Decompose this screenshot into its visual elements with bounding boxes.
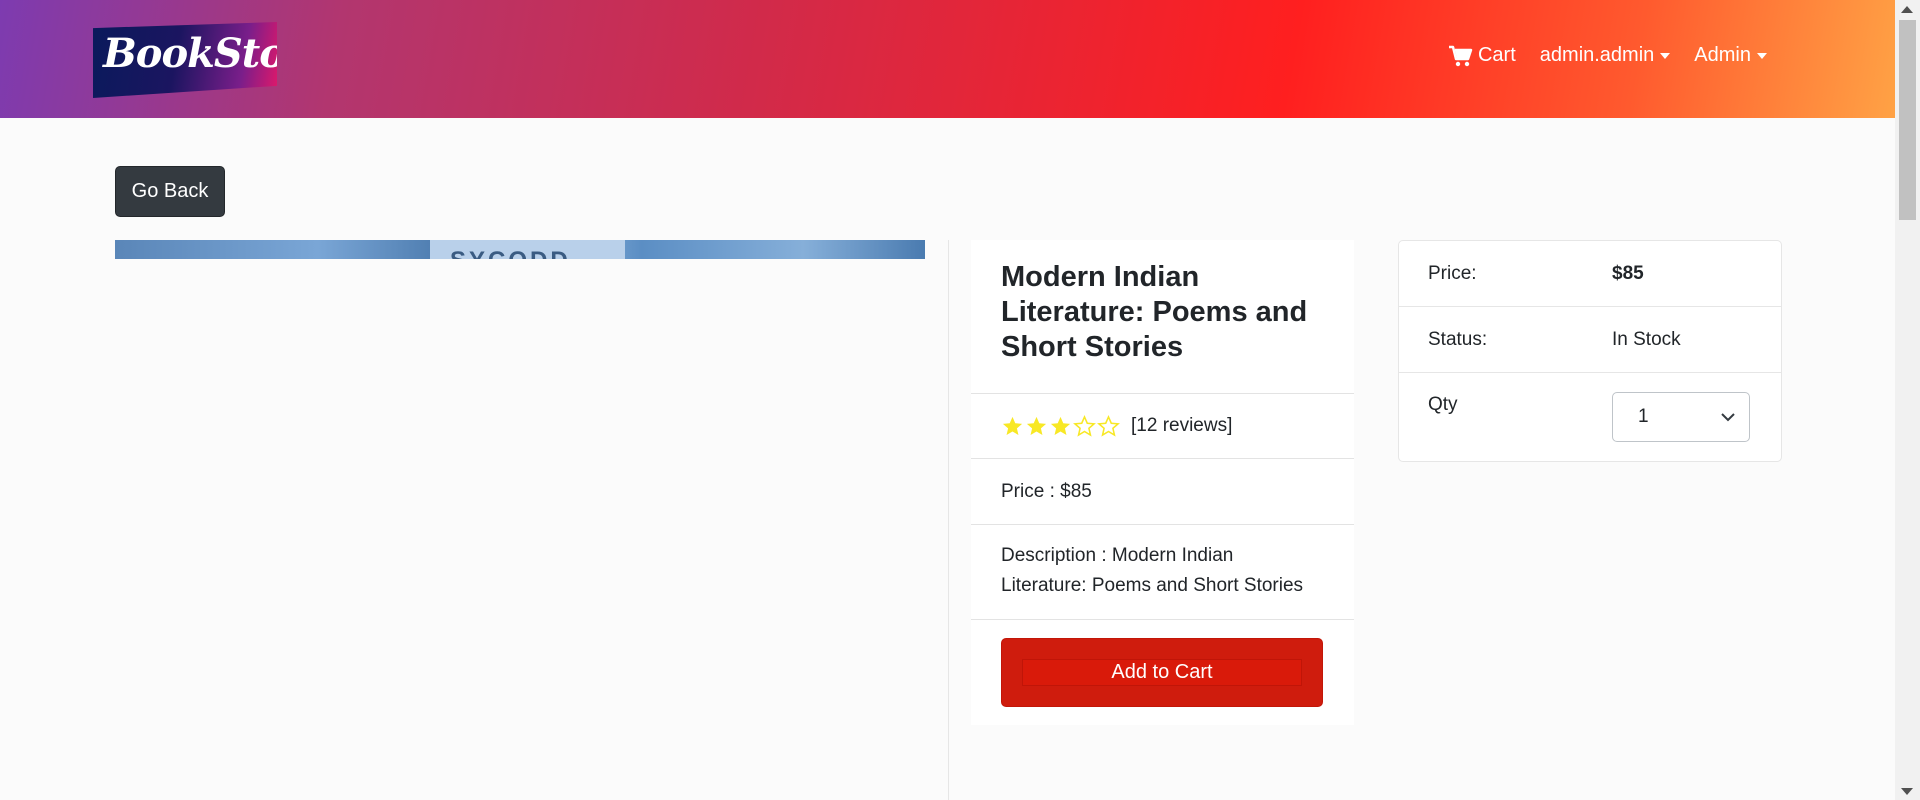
product-title: Modern Indian Literature: Poems and Shor…: [1001, 261, 1308, 363]
product-price-text: Price : $85: [1001, 480, 1092, 502]
nav-user-label: admin.admin: [1539, 44, 1655, 66]
product-info-list: Modern Indian Literature: Poems and Shor…: [971, 240, 1354, 725]
qty-select-value: 1: [1638, 406, 1649, 427]
product-price-item: Price : $85: [971, 459, 1354, 525]
star-icon: [1050, 416, 1071, 435]
nav-cart-link[interactable]: Cart: [1448, 44, 1516, 67]
caret-down-icon: [1757, 52, 1767, 59]
nav-cart-label: Cart: [1477, 44, 1516, 66]
summary-price-label: Price:: [1428, 262, 1477, 284]
add-to-cart-item: Add to Cart: [971, 620, 1354, 725]
purchase-summary-card: Price: $85 Status: In Stock Qty 1: [1398, 240, 1782, 462]
summary-status-label: Status:: [1428, 328, 1488, 350]
product-image: SYCODD: [115, 240, 925, 259]
reviews-count: [12 reviews]: [1131, 415, 1233, 436]
nav-links: Cart admin.admin Admin: [1425, 44, 1767, 67]
brand-logo[interactable]: BookStore: [93, 22, 277, 98]
scrollbar[interactable]: [1895, 0, 1920, 800]
scroll-up-arrow-icon[interactable]: [1901, 6, 1913, 13]
star-icon: [1026, 416, 1047, 435]
product-image-text: SYCODD: [450, 247, 571, 259]
summary-qty-label: Qty: [1428, 394, 1458, 415]
product-description-item: Description : Modern Indian Literature: …: [971, 525, 1354, 620]
rating-stars: [1001, 414, 1121, 438]
nav-admin-dropdown[interactable]: Admin: [1694, 44, 1767, 67]
scrollbar-thumb[interactable]: [1899, 20, 1916, 220]
column-divider: [948, 240, 949, 800]
star-icon: [1002, 416, 1023, 435]
chevron-down-icon: [1721, 413, 1735, 422]
navbar: BookStore Cart admin.admin Admin: [0, 0, 1895, 118]
go-back-button[interactable]: Go Back: [115, 166, 225, 217]
caret-down-icon: [1660, 52, 1671, 59]
qty-select[interactable]: 1: [1612, 392, 1750, 442]
nav-admin-label: Admin: [1694, 44, 1751, 66]
product-rating-item: [12 reviews]: [971, 394, 1354, 459]
star-empty-icon: [1073, 414, 1096, 437]
brand-logo-text: BookStore: [103, 30, 330, 77]
star-empty-icon: [1097, 414, 1120, 437]
summary-price-row: Price: $85: [1399, 241, 1781, 307]
product-description-text: Description : Modern Indian Literature: …: [1001, 545, 1304, 596]
summary-status-value: In Stock: [1612, 328, 1681, 350]
nav-user-dropdown[interactable]: admin.admin: [1540, 44, 1671, 67]
summary-price-value: $85: [1612, 262, 1644, 284]
summary-status-row: Status: In Stock: [1399, 307, 1781, 373]
product-title-item: Modern Indian Literature: Poems and Shor…: [971, 240, 1354, 394]
summary-qty-row: Qty 1: [1399, 373, 1781, 461]
shopping-cart-icon: [1448, 45, 1473, 66]
scroll-down-arrow-icon[interactable]: [1901, 788, 1913, 795]
add-to-cart-button[interactable]: Add to Cart: [1001, 638, 1323, 707]
